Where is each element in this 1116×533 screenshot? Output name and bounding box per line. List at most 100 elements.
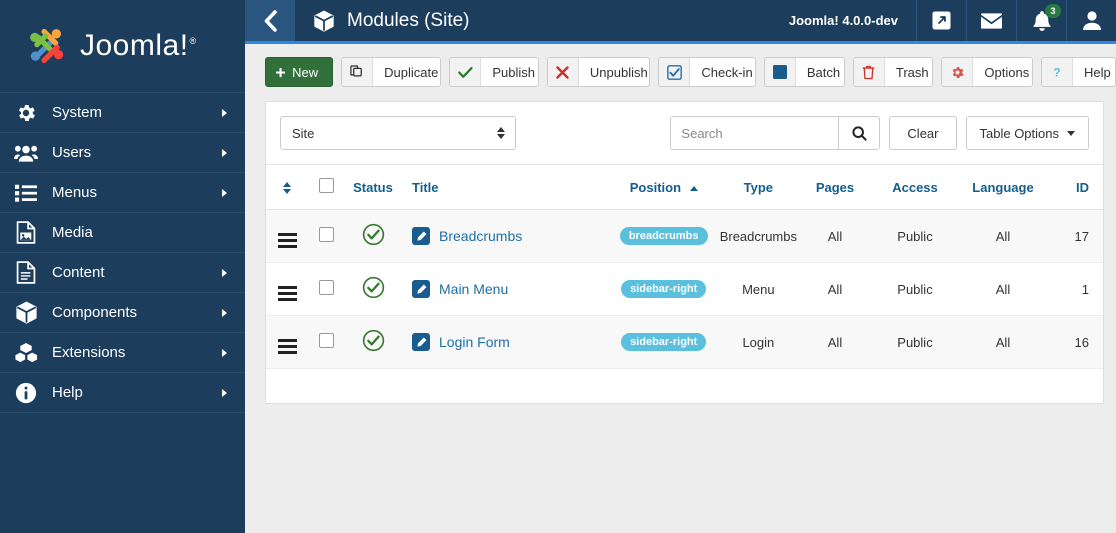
cell-id: 17 <box>1049 209 1103 263</box>
question-icon: ? <box>1041 58 1073 86</box>
status-published-icon[interactable] <box>362 329 385 352</box>
col-position[interactable]: Position <box>607 165 720 210</box>
help-button[interactable]: ? Help <box>1040 57 1116 87</box>
col-pages[interactable]: Pages <box>797 165 873 210</box>
module-title-link[interactable]: Breadcrumbs <box>439 228 522 244</box>
modules-table: Status Title Position Type Pages Access … <box>266 165 1103 369</box>
cell-ordering[interactable] <box>266 209 308 263</box>
cell-status[interactable] <box>344 209 402 263</box>
search-icon <box>852 125 867 141</box>
check-icon <box>450 58 482 86</box>
sidebar-item-media[interactable]: Media <box>0 213 245 253</box>
user-menu-button[interactable] <box>1066 0 1116 41</box>
modules-panel: Site Clear <box>265 101 1104 404</box>
search-button[interactable] <box>838 116 881 150</box>
filter-bar: Site Clear <box>266 102 1103 165</box>
col-status[interactable]: Status <box>344 165 402 210</box>
cell-type: Breadcrumbs <box>719 209 797 263</box>
cell-select[interactable] <box>308 315 344 369</box>
trash-icon <box>853 58 885 86</box>
position-badge[interactable]: sidebar-right <box>621 280 707 298</box>
envelope-icon <box>981 12 1002 29</box>
cell-language: All <box>957 262 1049 316</box>
cell-position: sidebar-right <box>607 262 720 316</box>
duplicate-button[interactable]: Duplicate <box>341 57 442 87</box>
search-group <box>670 116 881 150</box>
sidebar-item-help[interactable]: Help <box>0 373 245 413</box>
sidebar-item-users[interactable]: Users <box>0 133 245 173</box>
checkin-button-label: Check-in <box>701 64 753 80</box>
clear-button[interactable]: Clear <box>889 116 957 150</box>
preview-site-button[interactable] <box>916 0 966 41</box>
unpublish-button-label: Unpublish <box>589 64 648 80</box>
cell-select[interactable] <box>308 262 344 316</box>
sidebar-item-content[interactable]: Content <box>0 253 245 293</box>
chevron-right-icon <box>222 308 227 317</box>
search-input[interactable] <box>670 116 839 150</box>
module-title-link[interactable]: Main Menu <box>439 281 508 297</box>
edit-icon[interactable] <box>412 333 430 351</box>
filter-bar-right: Clear Table Options <box>670 116 1089 150</box>
module-title-link[interactable]: Login Form <box>439 334 510 350</box>
back-button[interactable] <box>245 0 295 41</box>
sidebar-item-menus[interactable]: Menus <box>0 173 245 213</box>
cell-language: All <box>957 315 1049 369</box>
chevron-right-icon <box>222 348 227 357</box>
edit-icon[interactable] <box>412 280 430 298</box>
sidebar-item-extensions[interactable]: Extensions <box>0 333 245 373</box>
cell-pages: All <box>797 315 873 369</box>
position-badge[interactable]: breadcrumbs <box>619 227 708 245</box>
drag-handle-icon[interactable] <box>277 339 297 354</box>
col-type[interactable]: Type <box>719 165 797 210</box>
sidebar-item-label: Users <box>52 144 92 161</box>
status-published-icon[interactable] <box>362 276 385 299</box>
cell-ordering[interactable] <box>266 315 308 369</box>
col-title[interactable]: Title <box>402 165 608 210</box>
drag-handle-icon[interactable] <box>277 286 297 301</box>
row-checkbox[interactable] <box>318 333 334 348</box>
cell-pages: All <box>797 262 873 316</box>
cell-type: Login <box>719 315 797 369</box>
checkin-button[interactable]: Check-in <box>658 57 756 87</box>
select-all-checkbox[interactable] <box>318 178 334 193</box>
table-options-label: Table Options <box>979 125 1060 141</box>
info-icon <box>0 382 52 404</box>
sort-asc-icon <box>689 185 698 191</box>
col-id[interactable]: ID <box>1049 165 1103 210</box>
cell-status[interactable] <box>344 262 402 316</box>
publish-button[interactable]: Publish <box>449 57 539 87</box>
unpublish-button[interactable]: Unpublish <box>546 57 651 87</box>
new-button[interactable]: New <box>265 57 334 87</box>
external-link-icon <box>932 11 951 30</box>
sidebar-item-system[interactable]: System <box>0 93 245 133</box>
messages-button[interactable] <box>966 0 1016 41</box>
cell-status[interactable] <box>344 315 402 369</box>
notifications-button[interactable]: 3 <box>1016 0 1066 41</box>
brand-logo-area[interactable]: Joomla!® <box>0 0 245 93</box>
col-select-all[interactable] <box>308 165 344 210</box>
cell-select[interactable] <box>308 209 344 263</box>
trash-button[interactable]: Trash <box>852 57 934 87</box>
cell-ordering[interactable] <box>266 262 308 316</box>
col-ordering[interactable] <box>266 165 308 210</box>
col-language[interactable]: Language <box>957 165 1049 210</box>
row-checkbox[interactable] <box>318 280 334 295</box>
site-select[interactable]: Site <box>280 116 516 150</box>
chevron-right-icon <box>222 388 227 397</box>
options-button[interactable]: Options <box>941 57 1033 87</box>
sidebar-item-components[interactable]: Components <box>0 293 245 333</box>
drag-handle-icon[interactable] <box>277 233 297 248</box>
col-access[interactable]: Access <box>873 165 957 210</box>
position-badge[interactable]: sidebar-right <box>621 333 707 351</box>
table-row: Login Form sidebar-right Login All Publi… <box>266 315 1103 369</box>
puzzle-box-icon <box>0 341 52 364</box>
chevron-right-icon <box>222 188 227 197</box>
table-options-button[interactable]: Table Options <box>965 116 1089 150</box>
cell-id: 1 <box>1049 262 1103 316</box>
version-label: Joomla! 4.0.0-dev <box>788 13 898 28</box>
registered-mark: ® <box>189 36 197 46</box>
status-published-icon[interactable] <box>362 223 385 246</box>
batch-button[interactable]: Batch <box>763 57 845 87</box>
row-checkbox[interactable] <box>318 227 334 242</box>
edit-icon[interactable] <box>412 227 430 245</box>
